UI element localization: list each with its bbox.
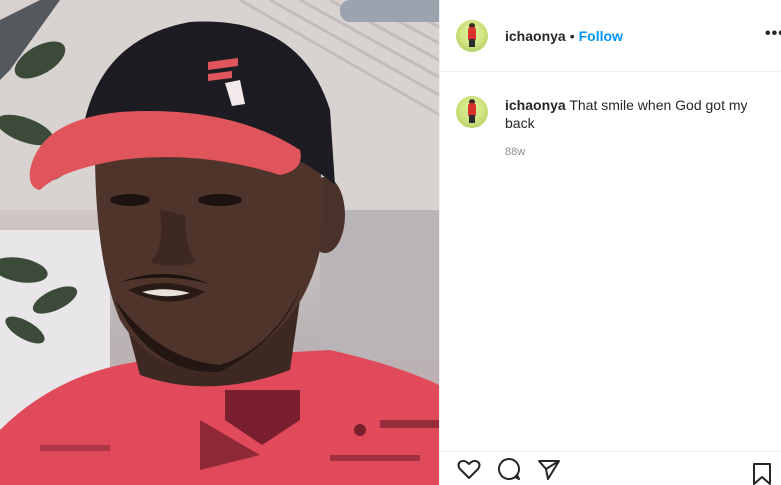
paper-plane-icon[interactable] bbox=[536, 456, 562, 482]
header-username[interactable]: ichaonya bbox=[505, 28, 566, 44]
post-side-panel: ichaonya • Follow ••• ichaonya That smil… bbox=[439, 0, 781, 485]
caption-avatar[interactable] bbox=[456, 96, 488, 128]
follow-button[interactable]: Follow bbox=[579, 28, 623, 44]
comment-icon[interactable] bbox=[496, 456, 522, 482]
separator-dot: • bbox=[569, 27, 575, 44]
more-options-icon[interactable]: ••• bbox=[765, 27, 781, 41]
caption-username[interactable]: ichaonya bbox=[505, 97, 566, 113]
action-bar bbox=[440, 451, 781, 485]
instagram-post: ichaonya • Follow ••• ichaonya That smil… bbox=[0, 0, 781, 485]
selfie-illustration bbox=[0, 0, 439, 485]
post-header: ichaonya • Follow ••• bbox=[440, 0, 781, 72]
heart-icon[interactable] bbox=[456, 456, 482, 482]
caption-comment: ichaonya That smile when God got my back bbox=[440, 72, 781, 132]
caption-text-block: ichaonya That smile when God got my back bbox=[505, 96, 765, 132]
bookmark-icon[interactable] bbox=[749, 461, 775, 485]
user-avatar[interactable] bbox=[456, 19, 488, 52]
post-timestamp[interactable]: 88w bbox=[505, 146, 781, 158]
post-photo[interactable] bbox=[0, 0, 439, 485]
